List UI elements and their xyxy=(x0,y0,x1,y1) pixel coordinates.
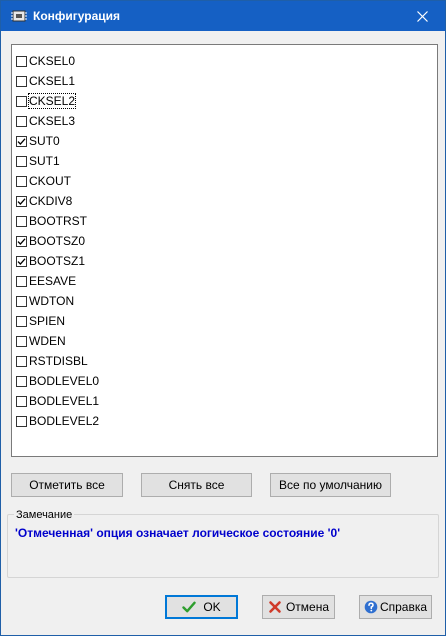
checkbox[interactable] xyxy=(16,115,27,127)
checkbox[interactable] xyxy=(16,255,27,267)
fuse-option-row[interactable]: SUT1 xyxy=(16,152,60,170)
fuse-option-row[interactable]: BOOTSZ0 xyxy=(16,232,85,250)
ok-label: OK xyxy=(203,600,221,614)
red-x-icon xyxy=(269,601,281,613)
checkbox[interactable] xyxy=(16,375,27,387)
checkmark-icon xyxy=(17,257,26,265)
defaults-button[interactable]: Все по умолчанию xyxy=(270,473,391,497)
fuse-option-row[interactable]: BODLEVEL2 xyxy=(16,412,99,430)
fuse-option-label: CKSEL3 xyxy=(29,114,76,128)
fuse-option-row[interactable]: CKSEL2 xyxy=(16,92,77,110)
fuse-option-label: EESAVE xyxy=(29,274,77,288)
window-title: Конфигурация xyxy=(33,9,121,23)
fuse-option-label: CKSEL2 xyxy=(27,93,77,109)
checkbox[interactable] xyxy=(16,415,27,427)
checkbox[interactable] xyxy=(16,155,27,167)
fuse-option-row[interactable]: CKSEL3 xyxy=(16,112,75,130)
checkbox[interactable] xyxy=(16,275,27,287)
question-circle-icon xyxy=(364,600,378,614)
defaults-label: Все по умолчанию xyxy=(278,478,383,492)
checkbox[interactable] xyxy=(16,355,27,367)
fuse-option-row[interactable]: CKOUT xyxy=(16,172,71,190)
fuse-option-label: BODLEVEL2 xyxy=(29,414,100,428)
checkbox[interactable] xyxy=(16,295,27,307)
checkmark-icon xyxy=(17,137,26,145)
fuse-option-label: SUT0 xyxy=(29,134,60,148)
fuse-option-label: BOOTSZ0 xyxy=(29,234,86,248)
fuse-option-label: BODLEVEL1 xyxy=(29,394,100,408)
fuse-option-label: BOOTRST xyxy=(29,214,88,228)
checkbox[interactable] xyxy=(16,395,27,407)
fuse-option-row[interactable]: WDTON xyxy=(16,292,74,310)
note-legend: Замечание xyxy=(14,509,75,521)
close-icon xyxy=(416,10,428,22)
fuse-option-row[interactable]: WDEN xyxy=(16,332,66,350)
fuse-option-label: CKSEL0 xyxy=(29,54,76,68)
ok-button[interactable]: OK xyxy=(165,595,238,619)
fuse-option-row[interactable]: CKDIV8 xyxy=(16,192,72,210)
checkbox[interactable] xyxy=(16,135,27,147)
help-label: Справка xyxy=(379,600,428,614)
fuse-option-label: CKSEL1 xyxy=(29,74,76,88)
fuse-option-label: BODLEVEL0 xyxy=(29,374,100,388)
uncheck-all-button[interactable]: Снять все xyxy=(141,473,252,497)
fuse-option-label: BOOTSZ1 xyxy=(29,254,86,268)
note-group xyxy=(7,514,439,578)
fuse-option-row[interactable]: EESAVE xyxy=(16,272,76,290)
checkbox[interactable] xyxy=(16,235,27,247)
fuse-option-row[interactable]: BOOTRST xyxy=(16,212,87,230)
title-bar[interactable]: Конфигурация xyxy=(1,1,445,31)
fuse-option-label: SUT1 xyxy=(29,154,60,168)
cancel-label: Отмена xyxy=(285,600,330,614)
fuse-option-row[interactable]: RSTDISBL xyxy=(16,352,88,370)
checkbox[interactable] xyxy=(16,95,27,107)
fuse-option-row[interactable]: BODLEVEL1 xyxy=(16,392,99,410)
fuse-option-row[interactable]: BOOTSZ1 xyxy=(16,252,85,270)
checkmark-icon xyxy=(17,237,26,245)
fuse-option-label: WDTON xyxy=(29,294,75,308)
uncheck-all-label: Снять все xyxy=(168,478,225,492)
checkbox[interactable] xyxy=(16,175,27,187)
fuse-option-row[interactable]: SPIEN xyxy=(16,312,65,330)
fuse-option-row[interactable]: CKSEL1 xyxy=(16,72,75,90)
checkbox[interactable] xyxy=(16,335,27,347)
fuse-option-row[interactable]: CKSEL0 xyxy=(16,52,75,70)
checkbox[interactable] xyxy=(16,55,27,67)
checkbox[interactable] xyxy=(16,215,27,227)
checkmark-icon xyxy=(17,197,26,205)
checkbox[interactable] xyxy=(16,195,27,207)
fuse-option-label: RSTDISBL xyxy=(29,354,88,368)
close-button[interactable] xyxy=(399,1,445,31)
checkbox[interactable] xyxy=(16,75,27,87)
checkmark-icon xyxy=(182,601,197,613)
fuse-option-row[interactable]: BODLEVEL0 xyxy=(16,372,99,390)
fuse-option-label: CKDIV8 xyxy=(29,194,73,208)
help-button[interactable]: Справка xyxy=(359,595,432,619)
cancel-button[interactable]: Отмена xyxy=(262,595,335,619)
chip-icon xyxy=(11,10,27,22)
fuse-option-row[interactable]: SUT0 xyxy=(16,132,60,150)
check-all-label: Отметить все xyxy=(29,478,105,492)
fuse-options-list[interactable]: CKSEL0 CKSEL1 CKSEL2 CKSEL3 SUT0 SUT1 CKOUT CKD… xyxy=(11,44,438,457)
fuse-option-label: CKOUT xyxy=(29,174,71,188)
check-all-button[interactable]: Отметить все xyxy=(11,473,123,497)
fuse-option-label: SPIEN xyxy=(29,314,66,328)
fuse-option-label: WDEN xyxy=(29,334,66,348)
config-dialog: Конфигурация CKSEL0 CKSEL1 CKSEL2 CKSEL3 SUT… xyxy=(0,0,446,636)
checkbox[interactable] xyxy=(16,315,27,327)
note-text: 'Отмеченная' опция означает логическое с… xyxy=(15,526,341,540)
